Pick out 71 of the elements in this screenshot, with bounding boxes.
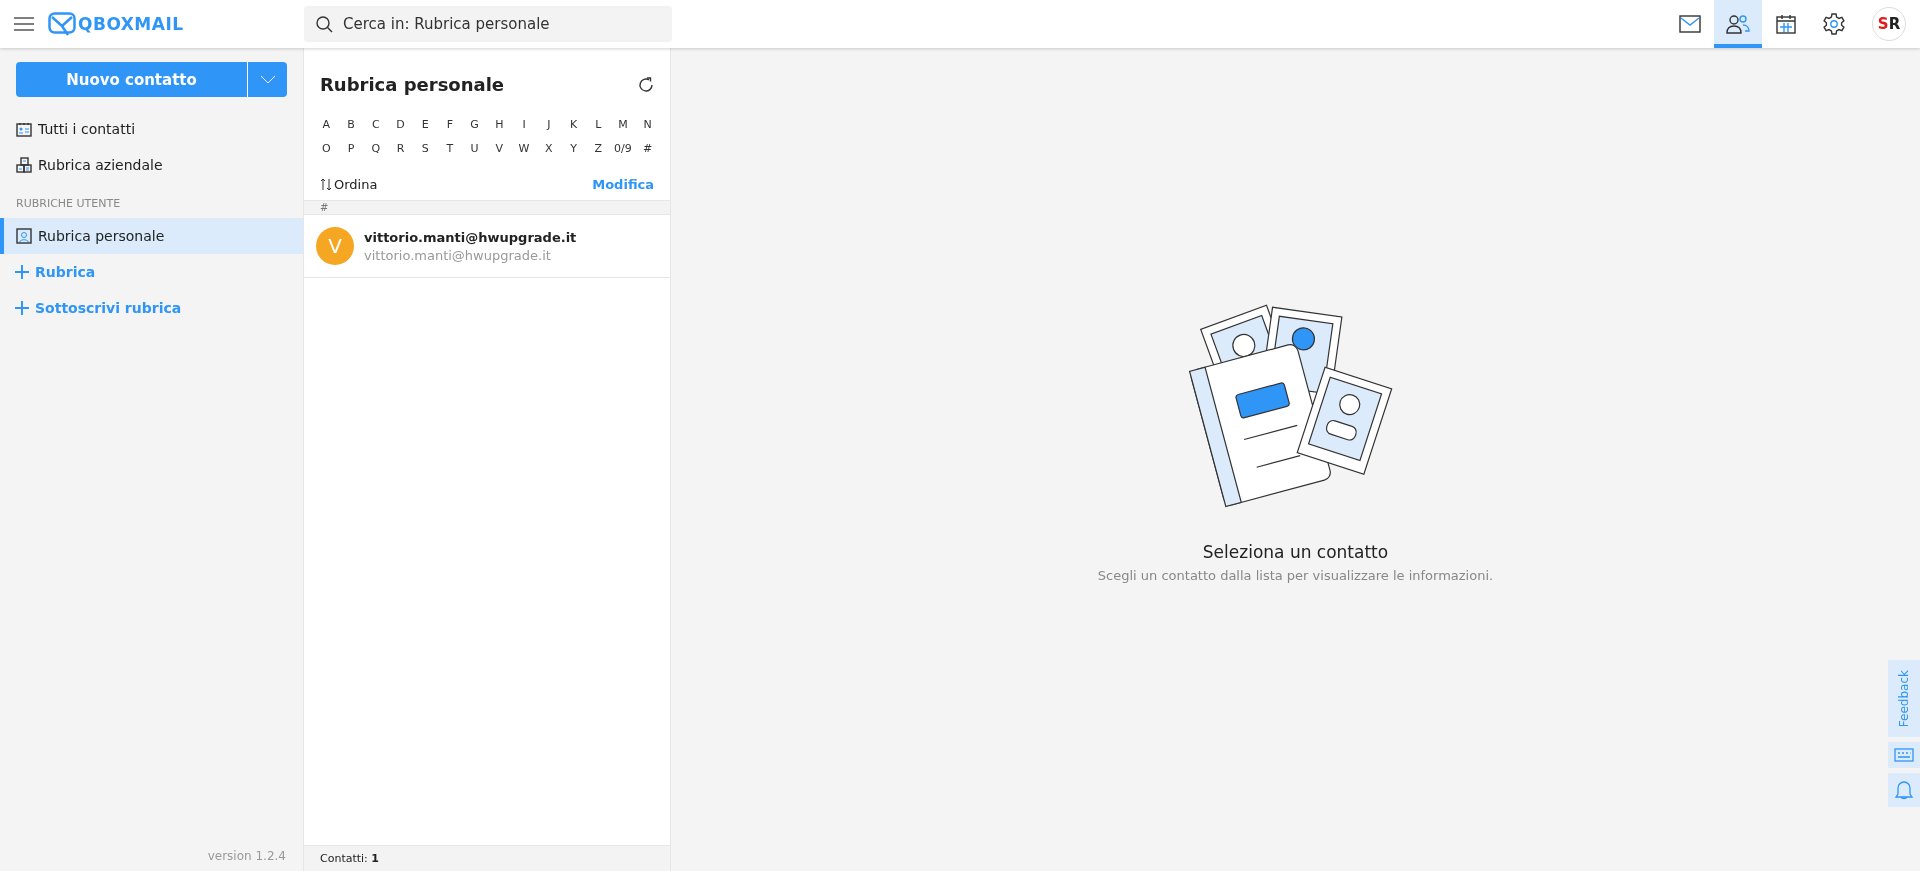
letter-filter[interactable]: Z — [585, 139, 611, 157]
letter-filter[interactable]: V — [487, 139, 512, 157]
letter-filter[interactable]: B — [338, 115, 364, 133]
letter-filter[interactable]: O — [314, 139, 339, 157]
contacts-icon — [1726, 14, 1750, 34]
letter-filter[interactable]: G — [462, 115, 487, 133]
letter-filter[interactable]: X — [536, 139, 562, 157]
sidebar-item[interactable]: Rubrica aziendale — [0, 147, 303, 183]
letter-filter[interactable]: W — [511, 139, 537, 157]
refresh-icon[interactable] — [638, 76, 654, 93]
list-title: Rubrica personale — [320, 74, 505, 95]
item-label: Tutti i contatti — [38, 121, 136, 137]
letter-filter[interactable]: M — [610, 115, 636, 133]
plus-icon — [15, 265, 29, 279]
link-label: Sottoscrivi rubrica — [35, 300, 182, 316]
plus-icon — [15, 301, 29, 315]
calendar-icon — [1776, 14, 1796, 34]
bell-icon — [1894, 779, 1914, 802]
letter-filter[interactable]: Y — [561, 139, 586, 157]
letter-filter[interactable]: 0/9 — [610, 139, 636, 157]
sidebar-item[interactable]: Rubrica personale — [0, 218, 303, 254]
item-label: Rubrica personale — [38, 228, 165, 244]
version-text: version 1.2.4 — [206, 849, 287, 865]
empty-title: Seleziona un contatto — [1202, 542, 1389, 562]
letter-filter[interactable]: K — [561, 115, 586, 133]
menu-icon — [14, 17, 34, 31]
letter-filter[interactable]: D — [388, 115, 413, 133]
letter-filter[interactable]: R — [388, 139, 413, 157]
settings-icon — [1823, 13, 1845, 35]
letter-filter[interactable]: A — [314, 115, 339, 133]
sort-arrows-icon — [320, 178, 332, 191]
letter-filter[interactable]: I — [511, 115, 537, 133]
building-icon — [16, 157, 32, 173]
person-card-icon — [16, 228, 32, 244]
letter-filter[interactable]: T — [437, 139, 463, 157]
letter-filter[interactable]: C — [363, 115, 389, 133]
sidebar-item[interactable]: Tutti i contatti — [0, 111, 303, 147]
search-field[interactable]: Cerca in: Rubrica personale — [304, 6, 672, 42]
letter-filter[interactable]: J — [536, 115, 562, 133]
link-label: Rubrica — [35, 264, 96, 280]
letter-filter[interactable]: # — [635, 139, 660, 157]
letter-filter[interactable]: P — [338, 139, 364, 157]
letter-filter[interactable]: U — [462, 139, 487, 157]
section-heading: RUBRICHE UTENTE — [15, 196, 122, 212]
contact-row[interactable]: V vittorio.manti@hwupgrade.it vittorio.manti@hwupgrade.it — [304, 215, 670, 278]
contact-avatar: V — [316, 227, 354, 265]
letter-filter[interactable]: N — [635, 115, 660, 133]
letter-filter[interactable]: H — [487, 115, 512, 133]
address-card-icon — [16, 121, 32, 137]
letter-filter[interactable]: S — [412, 139, 438, 157]
contact-email: vittorio.manti@hwupgrade.it — [364, 247, 552, 263]
letter-filter[interactable]: F — [437, 115, 463, 133]
keyboard-icon — [1894, 748, 1914, 763]
mail-icon — [1679, 15, 1701, 33]
search-icon — [316, 16, 333, 33]
nav-tab[interactable] — [1714, 0, 1762, 48]
item-label: Rubrica aziendale — [38, 157, 163, 173]
logo-text: QBOXMAIL — [78, 14, 184, 34]
group-header: # — [304, 200, 670, 215]
user-avatar[interactable]: SR — [1872, 7, 1906, 41]
letter-filter[interactable]: Q — [363, 139, 389, 157]
sort-button[interactable]: Ordina — [320, 177, 378, 192]
letter-filter[interactable]: E — [412, 115, 438, 133]
letter-filter[interactable]: L — [585, 115, 611, 133]
side-tab[interactable] — [1888, 773, 1920, 808]
contact-count: Contatti: 1 — [304, 845, 670, 871]
dropdown-button[interactable] — [247, 62, 287, 97]
envelope-logo-icon — [48, 12, 76, 36]
empty-subtitle: Scegli un contatto dalla lista per visualizzare le informazioni. — [1097, 568, 1494, 583]
chevron-down-icon — [259, 75, 276, 84]
contact-name: vittorio.manti@hwupgrade.it — [364, 229, 577, 245]
